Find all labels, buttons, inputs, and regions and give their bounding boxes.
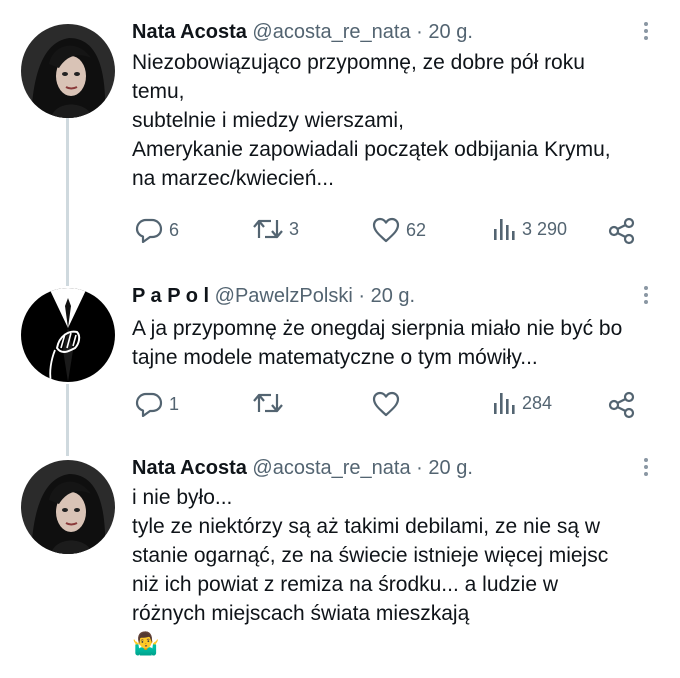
action-bar: 1 284: [0, 391, 680, 421]
reply-icon: [135, 218, 163, 243]
more-icon[interactable]: [640, 20, 652, 44]
like-button[interactable]: [372, 391, 406, 417]
retweet-button[interactable]: 3: [253, 217, 299, 241]
retweet-button[interactable]: [253, 391, 289, 415]
tweet[interactable]: Nata Acosta @acosta_re_nata · 20 g. i ni…: [0, 440, 680, 678]
timestamp[interactable]: 20 g.: [428, 21, 472, 43]
avatar[interactable]: [21, 288, 115, 382]
action-bar: 6 3 62 3 290: [0, 217, 680, 247]
views-button[interactable]: 284: [492, 391, 552, 415]
tweet-text: Niezobowiązująco przypomnę, ze dobre pół…: [132, 48, 652, 193]
retweet-count: 3: [289, 218, 300, 239]
separator-dot: ·: [358, 285, 366, 307]
reply-icon: [135, 392, 163, 417]
more-icon[interactable]: [640, 284, 652, 308]
tweet-text-line: Amerykanie zapowiadali początek odbijani…: [132, 138, 611, 161]
display-name[interactable]: Nata Acosta: [132, 457, 247, 479]
tweet-header: Nata Acosta @acosta_re_nata · 20 g.: [132, 456, 473, 480]
views-icon: [494, 219, 515, 240]
share-button[interactable]: [608, 217, 636, 245]
avatar[interactable]: [21, 460, 115, 554]
tweet-text-line: i nie było...: [132, 486, 233, 509]
user-handle[interactable]: @acosta_re_nata: [252, 21, 410, 43]
like-icon: [372, 391, 400, 417]
views-button[interactable]: 3 290: [492, 217, 567, 241]
tweet-text-line: tajne modele matematyczne o tym mówiły..…: [132, 346, 538, 369]
tweet-text-line: tyle ze niektórzy są aż takimi debilami,…: [132, 515, 601, 538]
tweet-text-line: A ja przypomnę że onegdaj sierpnia miało…: [132, 317, 623, 340]
tweet-header: P a P o l @PawelzPolski · 20 g.: [132, 284, 415, 308]
like-icon: [372, 217, 400, 243]
views-icon: [494, 393, 515, 414]
display-name[interactable]: P a P o l: [132, 285, 209, 307]
separator-dot: ·: [416, 457, 423, 479]
reply-count: 1: [169, 393, 180, 414]
tweet-text-line: temu,: [132, 80, 185, 103]
tweet-text-line: niż ich powiat z remiza na środku... a l…: [132, 573, 559, 596]
retweet-icon: [253, 393, 283, 413]
view-count: 3 290: [522, 218, 568, 239]
tweet[interactable]: P a P o l @PawelzPolski · 20 g. A ja prz…: [0, 270, 680, 440]
share-icon: [608, 217, 635, 245]
display-name[interactable]: Nata Acosta: [132, 21, 247, 43]
retweet-icon: [253, 219, 283, 239]
user-handle[interactable]: @PawelzPolski: [215, 285, 353, 307]
user-handle[interactable]: @acosta_re_nata: [252, 457, 410, 479]
share-button[interactable]: [608, 391, 636, 419]
reply-count: 6: [169, 219, 180, 240]
timestamp[interactable]: 20 g.: [428, 457, 472, 479]
share-icon: [608, 391, 635, 419]
timestamp[interactable]: 20 g.: [371, 285, 415, 307]
reply-button[interactable]: 6: [135, 217, 179, 243]
tweet-header: Nata Acosta @acosta_re_nata · 20 g.: [132, 20, 473, 44]
tweet-text-line: na marzec/kwiecień...: [132, 167, 334, 190]
tweet-text: i nie było... tyle ze niektórzy są aż ta…: [132, 483, 652, 660]
more-icon[interactable]: [640, 456, 652, 480]
tweet-text: A ja przypomnę że onegdaj sierpnia miało…: [132, 314, 652, 372]
shrug-emoji: 🤷‍♂️: [132, 631, 160, 656]
reply-button[interactable]: 1: [135, 391, 179, 417]
tweet-text-line: stanie ogarnąć, ze na świecie istnieje w…: [132, 544, 609, 567]
tweet[interactable]: Nata Acosta @acosta_re_nata · 20 g. Niez…: [0, 0, 680, 270]
separator-dot: ·: [416, 21, 423, 43]
tweet-text-line: Niezobowiązująco przypomnę, ze dobre pół…: [132, 51, 585, 74]
tweet-text-line: subtelnie i miedzy wierszami,: [132, 109, 404, 132]
like-count: 62: [406, 219, 427, 240]
avatar[interactable]: [21, 24, 115, 118]
view-count: 284: [522, 392, 553, 413]
tweet-text-line: różnych miejscach świata mieszkają: [132, 602, 470, 625]
like-button[interactable]: 62: [372, 217, 426, 243]
